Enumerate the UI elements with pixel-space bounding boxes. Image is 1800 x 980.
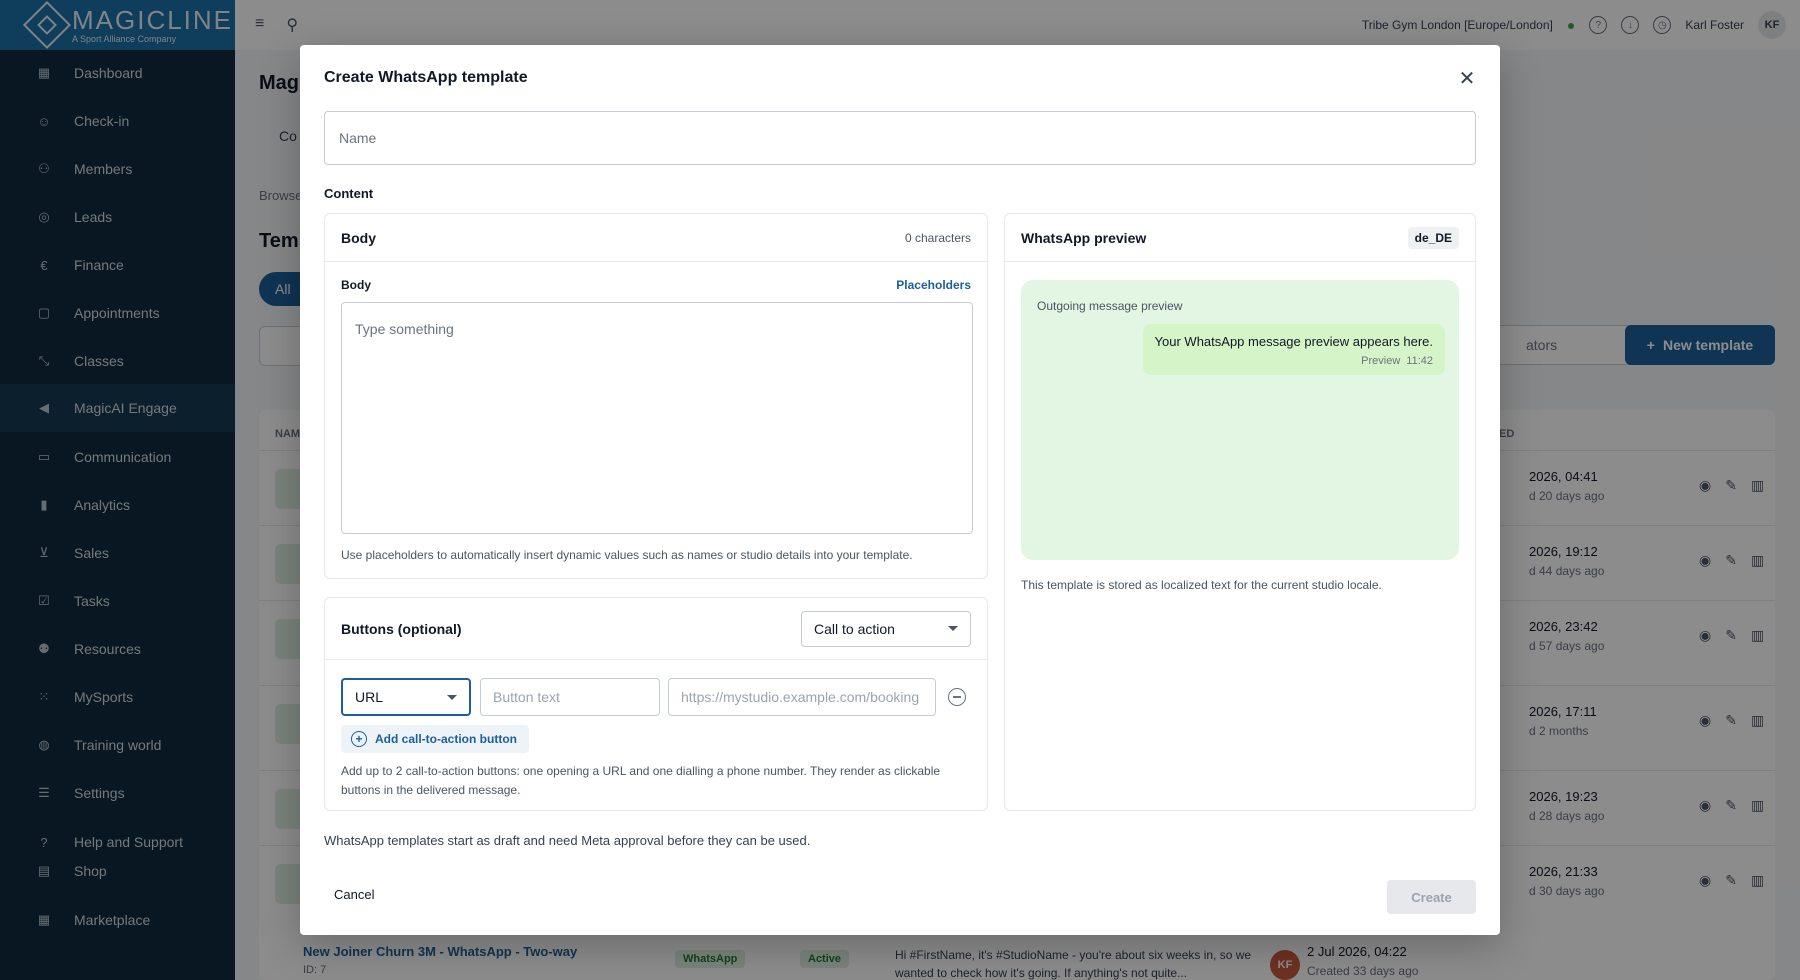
locale-badge: de_DE xyxy=(1407,226,1459,249)
body-card-title: Body xyxy=(341,229,376,246)
body-textarea[interactable] xyxy=(341,302,973,534)
content-label: Content xyxy=(324,186,374,201)
body-hint: Use placeholders to automatically insert… xyxy=(341,548,913,562)
draft-note: WhatsApp templates start as draft and ne… xyxy=(324,833,811,848)
character-count: 0 characters xyxy=(904,230,971,245)
dialog-title: Create WhatsApp template xyxy=(324,69,528,86)
create-button[interactable]: Create xyxy=(1387,880,1476,914)
bubble-text: Your WhatsApp message preview appears he… xyxy=(1154,334,1433,349)
whatsapp-preview-card: WhatsApp preview de_DE Outgoing message … xyxy=(1004,213,1476,811)
chat-preview-area: Outgoing message preview Your WhatsApp m… xyxy=(1021,280,1459,560)
create-template-dialog: Create WhatsApp template ✕ Content Body … xyxy=(300,45,1500,935)
close-icon[interactable]: ✕ xyxy=(1456,67,1478,90)
locale-note: This template is stored as localized tex… xyxy=(1021,578,1382,592)
chevron-down-icon xyxy=(447,694,457,700)
bubble-time: 11:42 xyxy=(1406,355,1433,367)
name-input[interactable] xyxy=(324,111,1476,165)
cta-type-select[interactable]: URL xyxy=(341,678,471,716)
body-label: Body xyxy=(341,278,371,292)
preview-card-title: WhatsApp preview xyxy=(1021,229,1147,246)
placeholders-link[interactable]: Placeholders xyxy=(896,278,971,292)
button-url-input[interactable] xyxy=(668,678,936,716)
cancel-button[interactable]: Cancel xyxy=(324,879,384,910)
buttons-card-title: Buttons (optional) xyxy=(341,620,462,637)
plus-circle-icon: + xyxy=(351,731,367,747)
remove-button-icon[interactable] xyxy=(948,688,966,706)
body-card: Body 0 characters Body Placeholders Use … xyxy=(324,213,988,579)
button-text-input[interactable] xyxy=(480,678,660,716)
message-bubble: Your WhatsApp message preview appears he… xyxy=(1142,324,1445,375)
preview-area-label: Outgoing message preview xyxy=(1037,299,1183,313)
button-type-select[interactable]: Call to action xyxy=(801,610,971,647)
buttons-hint: Add up to 2 call-to-action buttons: one … xyxy=(341,764,941,797)
buttons-card: Buttons (optional) Call to action URL + … xyxy=(324,597,988,811)
bubble-tag: Preview xyxy=(1361,355,1401,367)
chevron-down-icon xyxy=(948,626,958,631)
add-cta-button[interactable]: + Add call-to-action button xyxy=(341,725,529,753)
